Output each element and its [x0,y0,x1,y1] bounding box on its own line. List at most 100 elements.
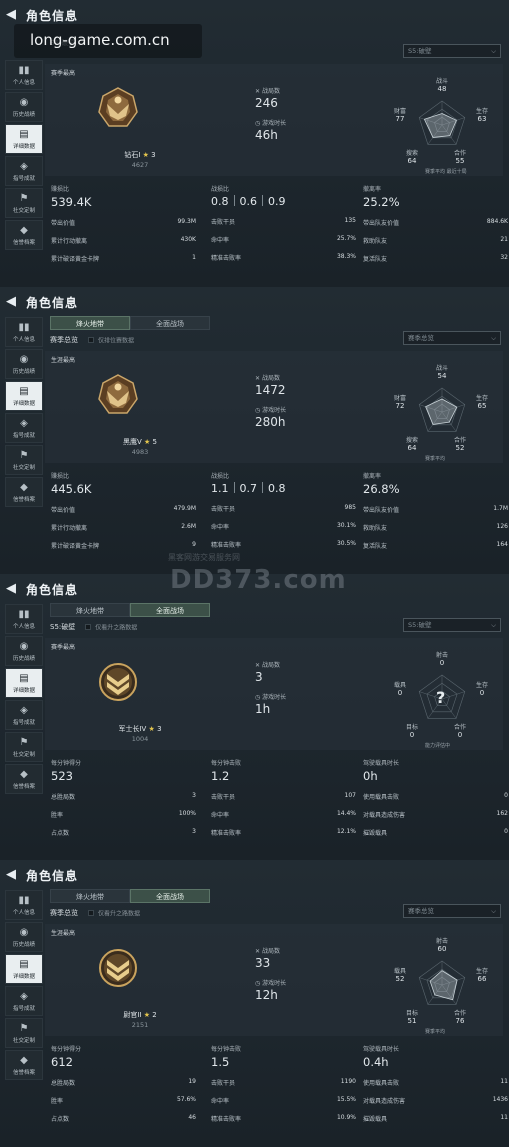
stat-row: 胜率 57.6% [51,1096,196,1105]
radar-axis-label: 合作 76 [445,1008,475,1025]
summary-label: ◷ 游戏时长 [255,405,286,414]
sidebar-item[interactable]: ◈ 指号成就 [5,413,43,443]
stat-row: 击败干员 985 [211,504,356,513]
radar-axis-value: 76 [455,1017,465,1025]
sidebar-item[interactable]: ◆ 信誉档案 [5,477,43,507]
stat-row-label: 总胜局数 [51,1080,76,1087]
back-arrow-icon[interactable]: ◀ [6,581,18,597]
stat-row: 命中率 25.7% [211,235,356,244]
radar-axis-name: 合作 [453,437,466,444]
sidebar-item[interactable]: ◉ 历史战绩 [5,636,43,666]
stat-row: 救助队友 21 [363,236,508,245]
sidebar-item[interactable]: ⚑ 社交定制 [5,732,43,762]
radar-axis-label: 合作 55 [445,148,475,165]
mode-tab[interactable]: 全面战场 [130,889,210,903]
sidebar-item[interactable]: ▮▮ 个人信息 [5,890,43,920]
sidebar: ▮▮ 个人信息 ◉ 历史战绩 ▤ 详细数据 ◈ 指号成就 ⚑ 社交定制 ◆ 信誉档案 [5,604,43,796]
back-arrow-icon[interactable]: ◀ [6,867,18,883]
crossed-swords-icon: ✕ [255,375,262,382]
watermark-subtext: 黑客网游交易服务网 [168,553,240,562]
sidebar-item-label: 社交定制 [12,751,35,758]
sidebar-item-label: 信誉档案 [12,239,35,246]
radar-axis-value: 64 [407,157,417,165]
mode-tab[interactable]: 全面战场 [130,603,210,617]
sidebar-item[interactable]: ◉ 历史战绩 [5,349,43,379]
radar-axis-value: 52 [395,975,405,983]
sidebar-item[interactable]: ⚑ 社交定制 [5,445,43,475]
sidebar-item[interactable]: ▤ 详细数据 [5,668,43,698]
sidebar-item-label: 指号成就 [12,175,35,182]
sidebar-item[interactable]: ◈ 指号成就 [5,156,43,186]
mode-tab[interactable]: 烽火地带 [50,316,130,330]
sidebar-item[interactable]: ▤ 详细数据 [5,954,43,984]
filter-checkbox[interactable] [88,337,94,343]
sidebar-item[interactable]: ◉ 历史战绩 [5,92,43,122]
season-selector-row: 赛季总览 仅排位赛数据 [50,335,134,345]
stat-head-label: 驾驶载具时长 [363,1046,400,1053]
summary-label-text: 战局数 [261,948,280,955]
role-info-panel: ◀ 角色信息 ▮▮ 个人信息 ◉ 历史战绩 ▤ 详细数据 ◈ 指号成就 ⚑ 社交定制 ◆ 信誉档案 烽火地带… [0,287,509,574]
summary-label-text: 游戏时长 [262,120,287,127]
radar-axis-value: 51 [407,1017,417,1025]
stat-row-value: 1.7M [493,505,508,512]
ability-radar: 战斗 48 财富 77 生存 63 搜索 64 合作 55 赛季平均 最近十局 [385,76,495,175]
stat-row-value: 99.3M [177,218,196,225]
sidebar-item-label: 详细数据 [12,400,35,407]
mode-tabs: 烽火地带 全面战场 [50,316,210,330]
season-dropdown[interactable]: 赛季总览 ⌵ [403,904,501,918]
sidebar-item[interactable]: ◆ 信誉档案 [5,220,43,250]
sidebar-item[interactable]: ◈ 指号成就 [5,700,43,730]
ability-radar: 战斗 54 财富 72 生存 65 搜索 64 合作 52 赛季平均 [385,363,495,462]
season-dropdown-value: S5:破壁 [408,47,432,55]
summary-label-text: 战局数 [261,662,280,669]
stat-row-value: 0 [504,792,508,799]
mode-tab[interactable]: 烽火地带 [50,603,130,617]
sidebar-item[interactable]: ⚑ 社交定制 [5,188,43,218]
sidebar-item-label: 社交定制 [12,464,35,471]
stat-row-label: 带出队友价值 [363,507,400,514]
stat-row: 精准击败率 12.1% [211,828,356,837]
sidebar-item[interactable]: ⚑ 社交定制 [5,1018,43,1048]
radar-axis-name: 合作 [453,150,466,157]
divider [233,482,235,493]
sidebar-item[interactable]: ▮▮ 个人信息 [5,60,43,90]
chevron-down-icon: ⌵ [491,907,496,915]
radar-axis-value: 52 [455,444,465,452]
stat-head-label: 每分钟得分 [51,1046,82,1053]
sidebar-item[interactable]: ◉ 历史战绩 [5,922,43,952]
radar-axis-value: 0 [439,659,445,667]
stat-row-value: 9 [192,541,196,548]
season-best-card: 生涯最高 尉官II ★ 2 2151 ✕ 战局数 33 ◷ 游戏时长 12h 射击 60 载具 52… [45,924,503,1036]
back-arrow-icon[interactable]: ◀ [6,294,18,310]
sidebar-item[interactable]: ◆ 信誉档案 [5,764,43,794]
sidebar-item[interactable]: ▮▮ 个人信息 [5,317,43,347]
mode-tab[interactable]: 全面战场 [130,316,210,330]
season-dropdown[interactable]: S5:破壁 ⌵ [403,618,501,632]
sidebar-item[interactable]: ◆ 信誉档案 [5,1050,43,1080]
season-dropdown[interactable]: 赛季总览 ⌵ [403,331,501,345]
sidebar-item-label: 个人信息 [12,336,35,343]
mode-tab[interactable]: 烽火地带 [50,889,130,903]
stat-row-label: 命中率 [211,812,230,819]
kd-value: 0.6 [239,195,258,208]
sidebar-item[interactable]: ◈ 指号成就 [5,986,43,1016]
back-arrow-icon[interactable]: ◀ [6,7,18,23]
kd-values: 0.8 0.6 0.9 [211,195,356,208]
sidebar-item[interactable]: ▮▮ 个人信息 [5,604,43,634]
summary-label-text: 游戏时长 [262,980,287,987]
star-icon: ★ [141,438,153,446]
filter-checkbox[interactable] [88,910,94,916]
radar-axis-label: 搜索 64 [397,148,427,165]
page-header: ◀ 角色信息 [6,866,78,884]
stat-row: 带出队友价值 1.7M [363,505,508,514]
sidebar-item[interactable]: ▤ 详细数据 [5,381,43,411]
filter-checkbox-label: 仅看升之路数据 [95,624,138,632]
filter-checkbox[interactable] [85,624,92,630]
match-summary: ✕ 战局数 246 ◷ 游戏时长 46h [255,86,286,142]
rank-emblem-icon [98,374,138,414]
radar-axis-name: 财富 [393,108,406,115]
stat-column: 每分钟击败 1.2 击败干员 107 命中率 14.4% 精准击败率 12.1% [211,758,356,837]
sidebar-item[interactable]: ▤ 详细数据 [5,124,43,154]
season-dropdown[interactable]: S5:破壁 ⌵ [403,44,501,58]
stat-head-value: 0.4h [363,1055,389,1069]
